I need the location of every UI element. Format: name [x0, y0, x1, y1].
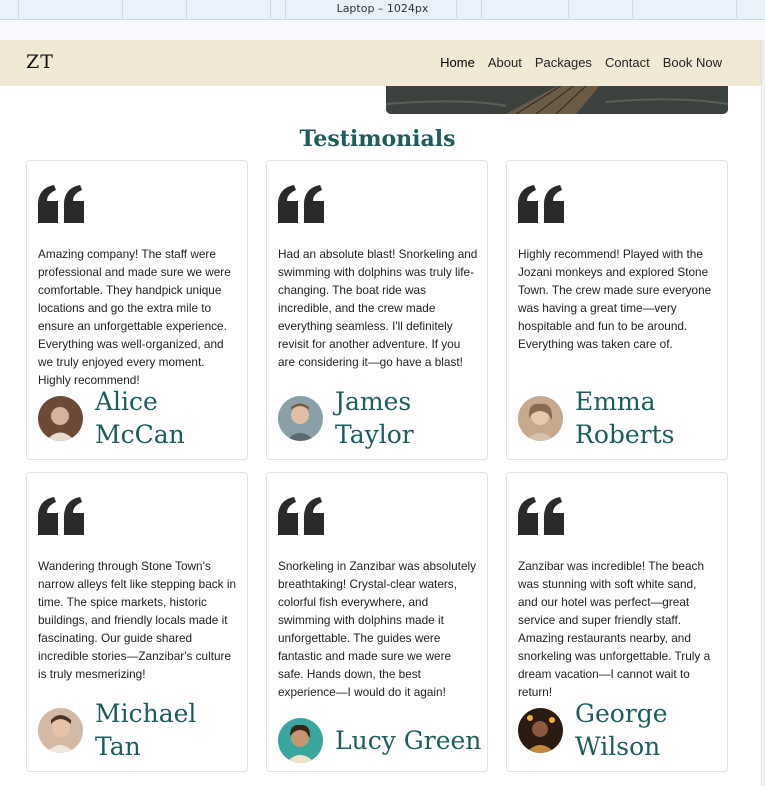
author-name-line: James — [335, 387, 412, 416]
author-name-line: Roberts — [575, 420, 675, 449]
author-name-line: McCan — [95, 420, 185, 449]
nav-link-home[interactable]: Home — [440, 55, 475, 70]
devtools-ruler: Laptop – 1024px — [0, 0, 765, 20]
quote-icon — [278, 185, 324, 223]
author-name: James Taylor — [335, 385, 414, 451]
avatar — [518, 707, 563, 753]
testimonial-text: Highly recommend! Played with the Jozani… — [518, 247, 712, 351]
viewport-label: Laptop – 1024px — [336, 2, 429, 15]
page-viewport: ZT Home About Packages Contact Book Now … — [0, 40, 762, 786]
testimonial-card: Amazing company! The staff were professi… — [26, 160, 248, 460]
author-name-line: Alice — [95, 387, 158, 416]
testimonial-author: James Taylor — [278, 385, 414, 451]
testimonial-text: Wandering through Stone Town's narrow al… — [38, 559, 237, 681]
quote-icon — [278, 497, 324, 535]
quote-icon — [518, 185, 564, 223]
avatar — [278, 395, 323, 441]
nav-link-book-now[interactable]: Book Now — [663, 55, 722, 70]
avatar — [38, 395, 83, 441]
avatar — [278, 718, 323, 763]
testimonial-card: Zanzibar was incredible! The beach was s… — [506, 472, 728, 772]
devtools-strip — [0, 20, 765, 40]
author-name: Lucy Green — [335, 724, 481, 757]
avatar — [38, 707, 83, 753]
author-name-line: Tan — [95, 732, 141, 761]
testimonial-text: Amazing company! The staff were professi… — [38, 247, 231, 387]
testimonial-text: Snorkeling in Zanzibar was absolutely br… — [278, 559, 477, 699]
author-name-line: Wilson — [575, 732, 661, 761]
testimonial-card: Had an absolute blast! Snorkeling and sw… — [266, 160, 488, 460]
testimonial-author: Michael Tan — [38, 697, 196, 763]
testimonials-title: Testimonials — [299, 126, 456, 152]
testimonial-text: Had an absolute blast! Snorkeling and sw… — [278, 247, 478, 369]
site-logo[interactable]: ZT — [26, 51, 54, 73]
author-name: Alice McCan — [95, 385, 185, 451]
testimonial-author: George Wilson — [518, 697, 668, 763]
author-name: Emma Roberts — [575, 385, 675, 451]
author-name-line: Lucy Green — [335, 726, 482, 755]
author-name-line: Taylor — [335, 420, 414, 449]
testimonial-card: Highly recommend! Played with the Jozani… — [506, 160, 728, 460]
nav-link-contact[interactable]: Contact — [605, 55, 650, 70]
author-name: Michael Tan — [95, 697, 196, 763]
navbar: ZT Home About Packages Contact Book Now — [0, 40, 761, 86]
testimonial-card: Wandering through Stone Town's narrow al… — [26, 472, 248, 772]
nav-links: Home About Packages Contact Book Now — [440, 55, 722, 70]
testimonial-text: Zanzibar was incredible! The beach was s… — [518, 559, 711, 699]
author-name-line: George — [575, 699, 668, 728]
author-name: George Wilson — [575, 697, 668, 763]
pier-image — [386, 84, 728, 114]
quote-icon — [38, 185, 84, 223]
avatar — [518, 395, 563, 441]
author-name-line: Michael — [95, 699, 197, 728]
testimonial-author: Lucy Green — [278, 718, 481, 763]
quote-icon — [518, 497, 564, 535]
nav-link-about[interactable]: About — [488, 55, 522, 70]
nav-link-packages[interactable]: Packages — [535, 55, 592, 70]
testimonial-card: Snorkeling in Zanzibar was absolutely br… — [266, 472, 488, 772]
quote-icon — [38, 497, 84, 535]
author-name-line: Emma — [575, 387, 656, 416]
testimonial-author: Alice McCan — [38, 385, 185, 451]
testimonial-author: Emma Roberts — [518, 385, 675, 451]
hero-image — [386, 84, 728, 114]
